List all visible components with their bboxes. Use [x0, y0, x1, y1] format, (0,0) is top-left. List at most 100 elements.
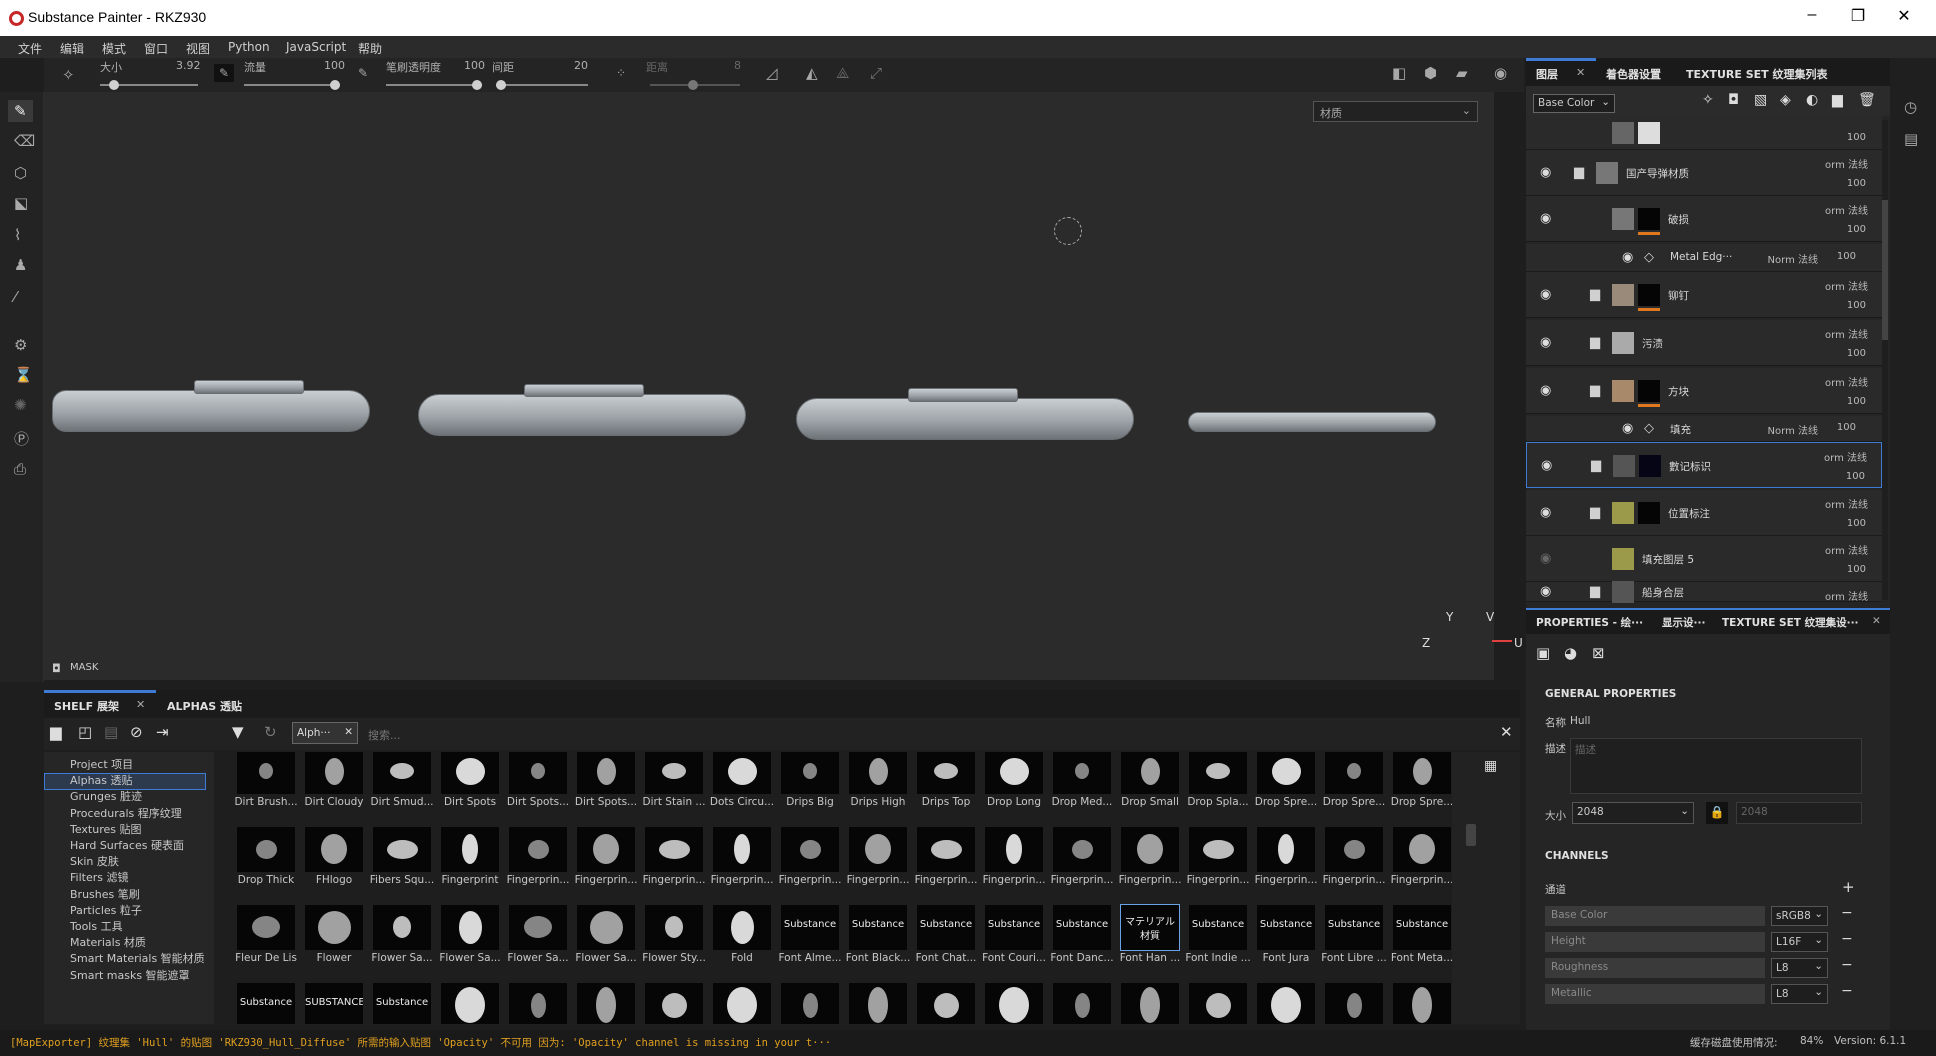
- eraser-icon[interactable]: ⌫: [14, 132, 35, 150]
- layer-blend-mode[interactable]: orm 法线: [1825, 496, 1868, 511]
- folder-icon[interactable]: ▆: [1590, 505, 1600, 520]
- alpha-thumbnail[interactable]: [912, 980, 980, 1024]
- alpha-thumbnail[interactable]: Drop Spre...: [1320, 752, 1388, 824]
- layer-opacity[interactable]: 100: [1846, 471, 1865, 482]
- alpha-thumbnail[interactable]: Dirt Spots...: [572, 752, 640, 824]
- layer-opacity[interactable]: 100: [1847, 132, 1866, 143]
- alpha-thumbnail[interactable]: Flower Sa...: [368, 902, 436, 980]
- channel-format-select[interactable]: L8 ⌄: [1771, 958, 1828, 978]
- shelf-category-8[interactable]: Brushes 笔刷: [70, 886, 140, 902]
- folder-icon[interactable]: ▆: [1591, 458, 1601, 473]
- channel-format-select[interactable]: sRGB8 ⌄: [1771, 906, 1828, 926]
- log-icon[interactable]: ▤: [1904, 130, 1918, 148]
- layer-blend-mode[interactable]: orm 法线: [1824, 449, 1867, 464]
- alpha-thumbnail[interactable]: Fold: [708, 902, 776, 980]
- alpha-thumbnail[interactable]: [1048, 980, 1116, 1024]
- mask-toggle-icon[interactable]: ◘: [52, 662, 61, 675]
- filter-icon[interactable]: ▼: [232, 723, 244, 741]
- effect-visibility-eye-icon[interactable]: ◉: [1622, 250, 1633, 265]
- folder-icon[interactable]: ▆: [1574, 165, 1584, 180]
- alpha-thumbnail[interactable]: Substance: [368, 980, 436, 1024]
- flow-slider[interactable]: [244, 80, 340, 90]
- alpha-thumbnail[interactable]: Drop Long: [980, 752, 1048, 824]
- alpha-thumbnail[interactable]: Substance: [232, 980, 300, 1024]
- description-input[interactable]: 描述: [1570, 738, 1862, 794]
- menu-file[interactable]: 文件: [18, 40, 42, 57]
- shelf-category-1[interactable]: Alphas 透贴: [70, 772, 133, 788]
- alpha-thumbnail[interactable]: Drop Thick: [232, 824, 300, 902]
- uv-icon[interactable]: ⊠: [1592, 644, 1605, 662]
- effect-visibility-eye-icon[interactable]: ◉: [1622, 421, 1633, 436]
- menu-mode[interactable]: 模式: [102, 40, 126, 57]
- add-folder-icon[interactable]: ▆: [1832, 92, 1843, 108]
- remove-channel-icon[interactable]: −: [1841, 905, 1853, 921]
- alpha-thumbnail[interactable]: Dirt Cloudy: [300, 752, 368, 824]
- material-sphere-icon[interactable]: ◕: [1564, 644, 1577, 662]
- alpha-thumbnail[interactable]: Substance Font Chat...: [912, 902, 980, 980]
- symmetry-icon[interactable]: ◭: [806, 64, 818, 82]
- save-icon[interactable]: ▤: [104, 723, 118, 741]
- alpha-thumbnail[interactable]: Drop Spre...: [1252, 752, 1320, 824]
- remove-channel-icon[interactable]: −: [1841, 983, 1853, 999]
- maximize-icon[interactable]: ❐: [1838, 6, 1878, 26]
- alpha-thumbnail[interactable]: SUBSTANCE: [300, 980, 368, 1024]
- alpha-thumbnail[interactable]: Substance Font Jura: [1252, 902, 1320, 980]
- alpha-thumbnail[interactable]: [1320, 980, 1388, 1024]
- shelf-category-9[interactable]: Particles 粒子: [70, 902, 142, 918]
- layer-blend-mode[interactable]: orm 法线: [1825, 202, 1868, 217]
- shelf-search-input[interactable]: 搜索...: [364, 724, 1500, 744]
- clone-stamp-icon[interactable]: ♟: [14, 256, 27, 274]
- alpha-thumbnail[interactable]: [1116, 980, 1184, 1024]
- alignment-icon[interactable]: ◿: [766, 64, 778, 82]
- alpha-thumbnail[interactable]: Drips Top: [912, 752, 980, 824]
- add-smart-material-icon[interactable]: ◐: [1806, 92, 1818, 108]
- add-effect-icon[interactable]: ✧: [1702, 92, 1714, 108]
- alpha-thumbnail[interactable]: Fingerprin...: [980, 824, 1048, 902]
- shelf-category-10[interactable]: Tools 工具: [70, 918, 123, 934]
- alpha-thumbnail[interactable]: Drop Small: [1116, 752, 1184, 824]
- visibility-eye-icon[interactable]: ◉: [1540, 551, 1551, 566]
- layer-scrollbar[interactable]: [1882, 200, 1888, 340]
- tab-texture-set-list[interactable]: TEXTURE SET 纹理集列表: [1686, 66, 1828, 82]
- alpha-thumbnail[interactable]: [980, 980, 1048, 1024]
- layer-mask-thumbnail[interactable]: [1638, 122, 1660, 144]
- layer-mask-thumbnail[interactable]: [1638, 380, 1660, 402]
- transform-icon[interactable]: ⤢: [870, 64, 882, 82]
- view-cube-icon[interactable]: ⬢: [1424, 64, 1437, 82]
- add-mask-icon[interactable]: ◘: [1728, 92, 1739, 108]
- alpha-thumbnail[interactable]: Substance Font Black...: [844, 902, 912, 980]
- layer-opacity[interactable]: 100: [1847, 178, 1866, 189]
- alpha-thumbnail[interactable]: Fingerprin...: [708, 824, 776, 902]
- brush-preset-icon[interactable]: ✧: [62, 66, 75, 84]
- alpha-thumbnail[interactable]: Substance Font Alme...: [776, 902, 844, 980]
- layer-opacity[interactable]: 100: [1847, 348, 1866, 359]
- alpha-thumbnail[interactable]: Fingerprin...: [844, 824, 912, 902]
- filter-chip[interactable]: Alph··· ✕: [292, 722, 358, 744]
- alpha-thumbnail[interactable]: Flower: [300, 902, 368, 980]
- menu-help[interactable]: 帮助: [358, 40, 382, 57]
- size-slider[interactable]: [100, 80, 198, 90]
- alpha-thumbnail[interactable]: Flower Sa...: [504, 902, 572, 980]
- layer-blend-mode[interactable]: Norm 法线: [1768, 422, 1818, 437]
- filter-chip-close-icon[interactable]: ✕: [344, 726, 353, 738]
- layer-blend-mode[interactable]: orm 法线: [1825, 326, 1868, 341]
- alpha-thumbnail[interactable]: Fingerprin...: [1252, 824, 1320, 902]
- layer-effect-row[interactable]: ◉ ◇ 填充 Norm 法线 100: [1526, 416, 1882, 442]
- layer-mask-thumbnail[interactable]: [1638, 502, 1660, 524]
- layer-row[interactable]: ◉ 填充图层 5 orm 法线 100: [1526, 536, 1882, 582]
- visibility-eye-icon[interactable]: ◉: [1540, 383, 1551, 398]
- alpha-thumbnail[interactable]: Fleur De Lis: [232, 902, 300, 980]
- clear-search-icon[interactable]: ✕: [1500, 723, 1513, 741]
- alpha-thumbnail[interactable]: Fingerprin...: [1184, 824, 1252, 902]
- add-fill-layer-icon[interactable]: ◈: [1780, 92, 1791, 108]
- distance-slider-knob[interactable]: [688, 80, 698, 90]
- shelf-category-3[interactable]: Procedurals 程序纹理: [70, 805, 182, 821]
- import-icon[interactable]: ⇥: [156, 723, 169, 741]
- alpha-thumbnail[interactable]: Dirt Brush...: [232, 752, 300, 824]
- shelf-scrollbar[interactable]: [1466, 824, 1476, 846]
- layer-row[interactable]: ◉ ▆ 數记标识 orm 法线 100: [1526, 442, 1882, 488]
- add-layer-icon[interactable]: ▧: [1754, 92, 1767, 108]
- alpha-thumbnail[interactable]: [504, 980, 572, 1024]
- visibility-eye-icon[interactable]: ◉: [1540, 505, 1551, 520]
- layer-row[interactable]: ◉ ▆ 方块 orm 法线 100: [1526, 368, 1882, 414]
